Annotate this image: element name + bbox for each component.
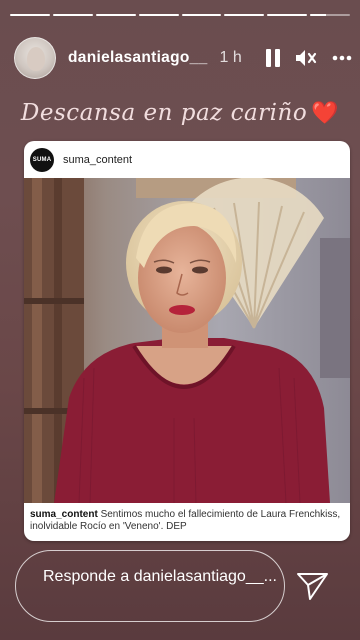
story-header: danielasantiago__ 1 h xyxy=(14,36,352,80)
more-dots-icon[interactable] xyxy=(332,55,352,61)
progress-segment xyxy=(10,14,50,16)
caption-text: Descansa en paz cariño xyxy=(20,100,308,126)
account-logo: SUMA xyxy=(30,147,54,172)
progress-segment xyxy=(181,14,222,16)
post-account-name[interactable]: suma_content xyxy=(63,154,132,166)
story-caption: Descansa en paz cariño ❤️ xyxy=(0,100,360,126)
post-photo xyxy=(24,178,350,503)
heart-emoji: ❤️ xyxy=(311,101,340,126)
reply-input[interactable]: Responde a danielasantiago__... xyxy=(15,550,285,622)
story-background: danielasantiago__ 1 h Descansa en paz ca… xyxy=(0,0,360,640)
username[interactable]: danielasantiago__ xyxy=(68,49,207,67)
post-caption: suma_content Sentimos mucho el fallecimi… xyxy=(24,503,350,541)
progress-segment xyxy=(224,14,265,16)
send-icon[interactable] xyxy=(296,571,330,606)
speaker-muted-icon[interactable] xyxy=(294,48,318,68)
story-controls xyxy=(266,48,352,68)
pause-icon[interactable] xyxy=(266,49,280,67)
progress-segment xyxy=(310,14,350,16)
avatar[interactable] xyxy=(14,37,56,79)
post-caption-user: suma_content xyxy=(30,509,98,520)
progress-segment xyxy=(138,14,179,16)
progress-segment xyxy=(52,14,93,16)
shared-post-card[interactable]: SUMA suma_content suma_content Sentimos … xyxy=(24,141,350,541)
post-header[interactable]: SUMA suma_content xyxy=(24,141,350,178)
story-progress-bar xyxy=(10,14,350,16)
progress-segment xyxy=(267,14,308,16)
progress-segment xyxy=(95,14,136,16)
post-time: 1 h xyxy=(219,49,242,66)
